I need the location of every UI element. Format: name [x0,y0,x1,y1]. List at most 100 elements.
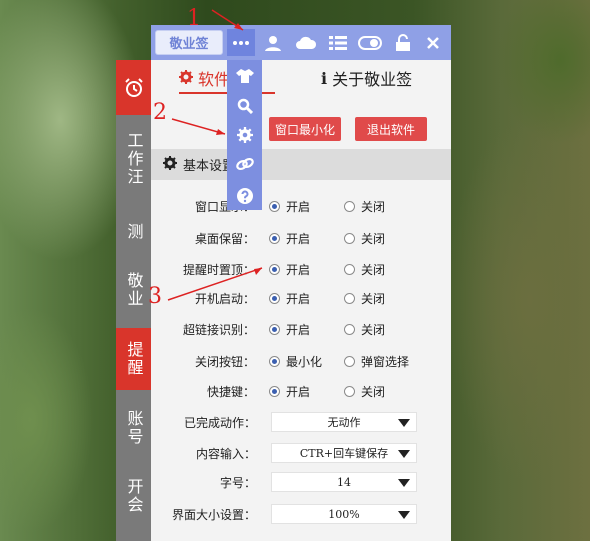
radio-label: 关闭 [361,199,386,214]
radio-option-on[interactable]: 开启 [269,290,310,307]
sidebar-item-5[interactable]: 开会 [116,466,151,526]
radio-dot[interactable] [344,232,355,244]
radio-option-off[interactable]: 关闭 [344,321,385,338]
radio-option-on[interactable]: 开启 [269,198,310,215]
radio-dot[interactable] [269,323,280,335]
radio-dot[interactable] [269,200,280,212]
font-size-select[interactable]: 14 [271,472,417,492]
ui-size-select[interactable]: 100% [271,504,417,524]
radio-label: 关闭 [361,291,386,306]
tab-about[interactable]: i 关于敬业签 [321,66,412,90]
completed-action-select[interactable]: 无动作 [271,412,417,432]
select-label: 内容输入： [195,446,256,461]
radio-dot[interactable] [344,263,355,275]
select-label: 界面大小设置： [171,507,256,522]
radio-label: 开启 [286,384,311,399]
logo-button[interactable]: 敬业签 [155,30,223,55]
radio-label: 关闭 [361,384,386,399]
radio-dot[interactable] [344,292,355,304]
radio-option-minimize[interactable]: 最小化 [269,353,322,370]
cloud-icon[interactable] [292,29,320,56]
select-row: 界面大小设置： 100% [151,503,451,525]
select-label: 字号： [219,475,256,490]
search-icon[interactable] [227,92,262,120]
tab-bar: 软件设置 i 关于敬业签 [151,60,451,106]
radio-option-on[interactable]: 开启 [269,230,310,247]
setting-label: 提醒时置顶： [182,262,255,277]
radio-label: 关闭 [361,231,386,246]
sidebar-item-label: 账号 [124,410,144,446]
caret-down-icon [398,419,410,427]
gear-icon[interactable] [227,121,262,149]
radio-dot[interactable] [269,232,280,244]
radio-label: 开启 [286,199,311,214]
select-label: 已完成动作： [183,415,256,430]
tab-about-label: 关于敬业签 [332,70,413,89]
setting-label: 开机启动： [194,291,255,306]
radio-dot[interactable] [344,200,355,212]
radio-option-off[interactable]: 关闭 [344,261,385,278]
setting-row: 桌面保留： 开启 关闭 [151,227,451,249]
setting-row: 窗口显示： 开启 关闭 [151,195,451,217]
radio-dot[interactable] [344,385,355,397]
radio-label: 开启 [286,231,311,246]
gear-icon [179,69,193,88]
sidebar-item-2[interactable]: 敬业 [116,260,151,320]
list-icon[interactable] [324,29,352,56]
radio-label: 开启 [286,291,311,306]
radio-label: 关闭 [361,262,386,277]
shirt-icon[interactable] [227,62,262,90]
more-dropdown-menu [227,60,262,210]
lock-icon[interactable] [389,29,417,56]
help-icon[interactable] [227,182,262,210]
sidebar-item-label: 测 [124,223,144,241]
setting-row: 提醒时置顶： 开启 关闭 [151,258,451,280]
gear-icon [163,155,177,174]
select-value: 100% [328,507,360,521]
exit-software-button[interactable]: 退出软件 [355,117,427,141]
radio-option-off[interactable]: 关闭 [344,383,385,400]
info-icon: i [321,68,328,88]
setting-row: 开机启动： 开启 关闭 [151,287,451,309]
radio-option-on[interactable]: 开启 [269,321,310,338]
sidebar-item-1[interactable]: 测 [116,212,151,252]
radio-option-off[interactable]: 关闭 [344,290,385,307]
sidebar-item-0[interactable]: 工作汪 [116,124,151,194]
setting-row: 关闭按钮： 最小化 弹窗选择 [151,350,451,372]
sidebar-item-label: 敬业 [124,272,144,308]
radio-dot[interactable] [269,385,280,397]
link-icon[interactable] [227,150,262,178]
radio-label: 弹窗选择 [361,354,410,369]
sidebar-item-3[interactable]: 提醒 [116,328,151,390]
radio-option-on[interactable]: 开启 [269,261,310,278]
radio-dot[interactable] [344,323,355,335]
radio-option-off[interactable]: 关闭 [344,230,385,247]
radio-option-off[interactable]: 关闭 [344,198,385,215]
minimize-window-button[interactable]: 窗口最小化 [269,117,341,141]
setting-row: 快捷键： 开启 关闭 [151,380,451,402]
settings-panel: 敬业签 软件设置 i 关于 [151,25,451,541]
select-value: 14 [337,475,351,489]
content-input-select[interactable]: CTR+回车键保存 [271,443,417,463]
radio-dot[interactable] [269,263,280,275]
setting-label: 超链接识别： [182,322,255,337]
annotation-number: 3 [148,284,162,309]
radio-option-on[interactable]: 开启 [269,383,310,400]
radio-dot[interactable] [344,355,355,367]
setting-label: 快捷键： [206,384,255,399]
close-icon[interactable] [419,29,447,56]
select-row: 已完成动作： 无动作 [151,411,451,433]
radio-dot[interactable] [269,292,280,304]
caret-down-icon [398,450,410,458]
radio-option-popup[interactable]: 弹窗选择 [344,353,409,370]
more-icon[interactable] [227,29,255,56]
setting-label: 关闭按钮： [194,354,255,369]
caret-down-icon [398,479,410,487]
user-icon[interactable] [259,29,287,56]
alarm-clock-icon[interactable] [116,60,151,115]
sidebar-item-4[interactable]: 账号 [116,398,151,458]
radio-dot[interactable] [269,355,280,367]
annotation-number: 1 [187,6,201,31]
toggle-icon[interactable] [356,29,384,56]
sidebar: 工作汪 测 敬业 提醒 账号 开会 [116,60,151,541]
